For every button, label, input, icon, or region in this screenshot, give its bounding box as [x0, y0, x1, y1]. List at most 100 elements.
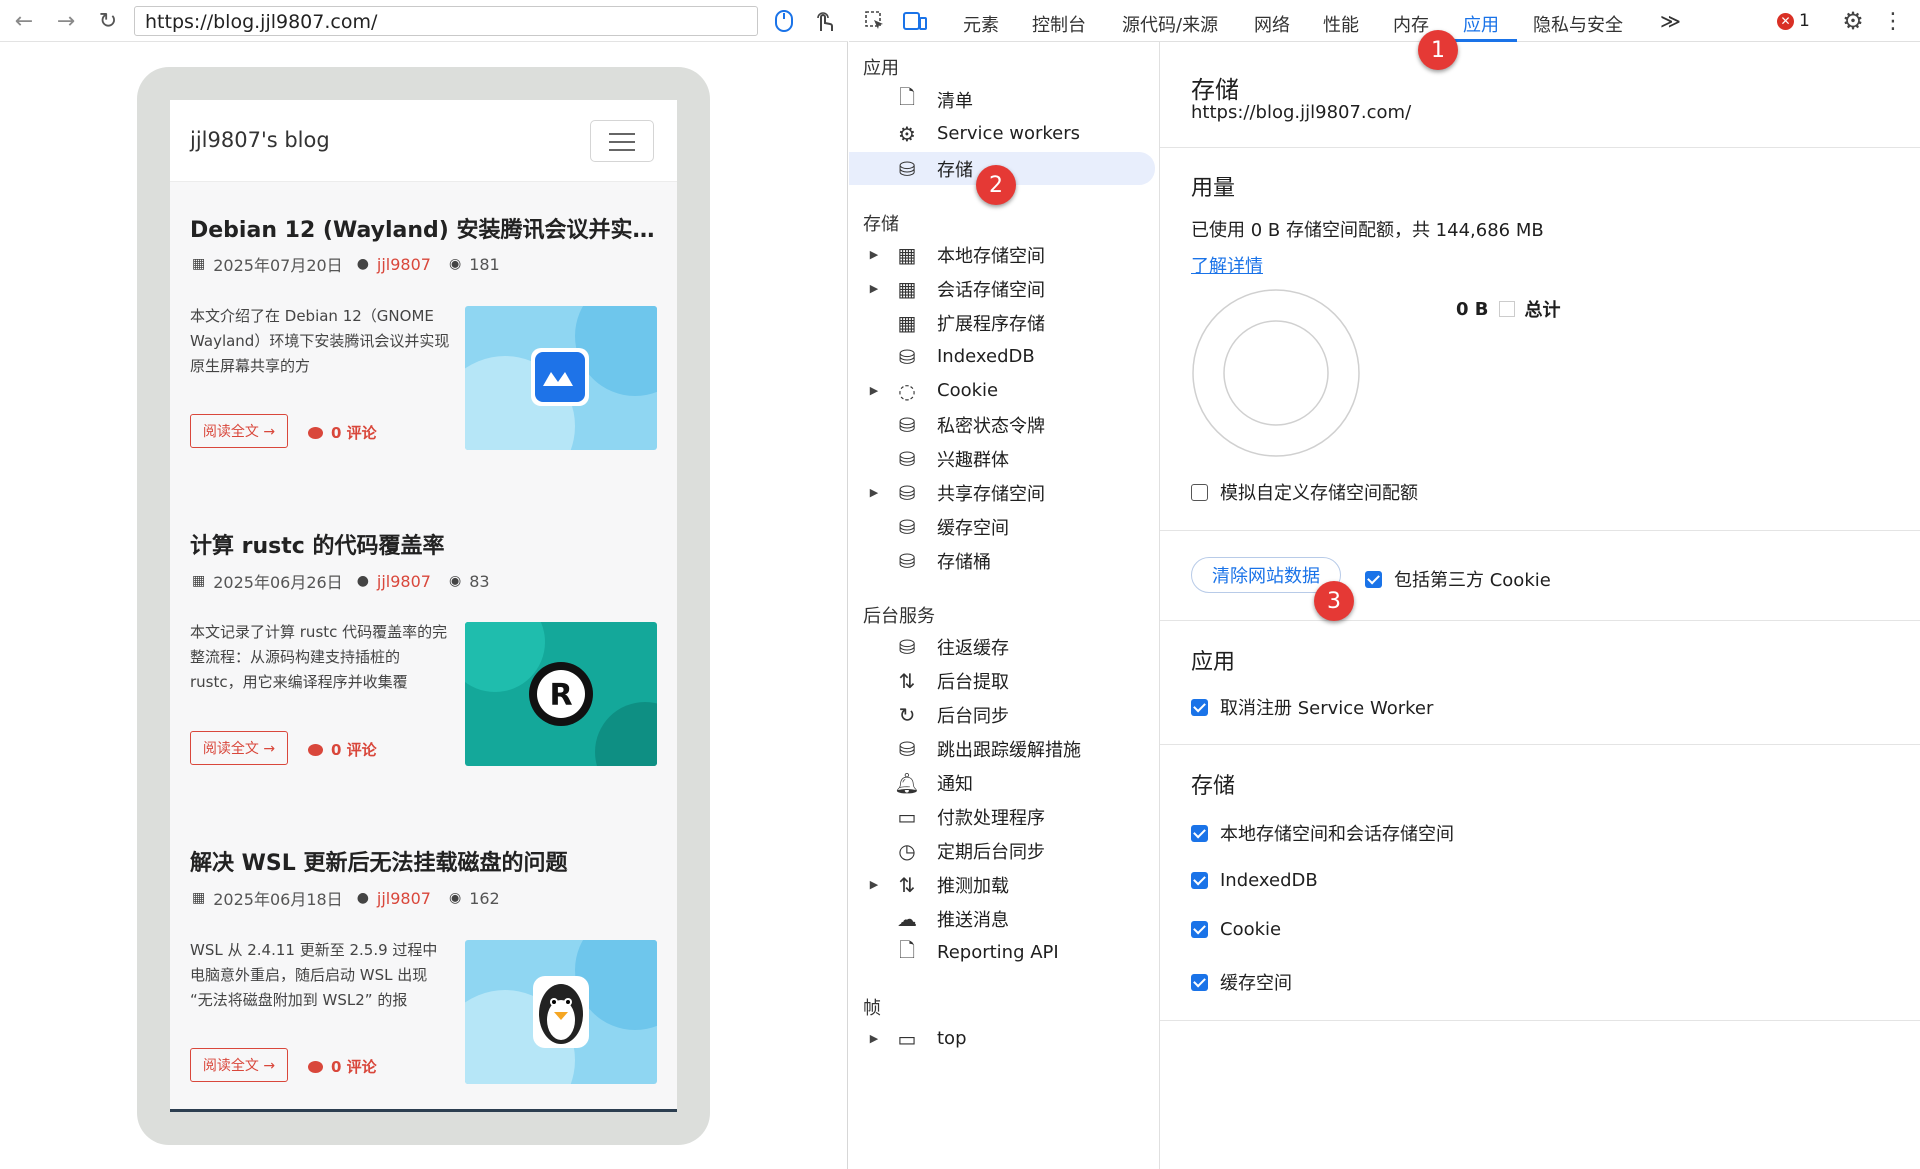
read-more-button[interactable]: 阅读全文 → — [190, 731, 288, 765]
include-third-party-cookies-checkbox[interactable]: 包括第三方 Cookie — [1365, 566, 1551, 592]
sidebar-item-storage-buckets[interactable]: ⛁ 存储桶 — [849, 544, 1155, 577]
post-date: 2025年06月18日 — [213, 890, 343, 909]
sidebar-item-bounce-tracking[interactable]: ⛁ 跳出跟踪缓解措施 — [849, 732, 1155, 765]
post-author[interactable]: jjl9807 — [377, 572, 431, 591]
error-counter[interactable]: ✕ 1 — [1777, 11, 1810, 31]
simulate-quota-checkbox[interactable]: 模拟自定义存储空间配额 — [1191, 479, 1418, 505]
checkbox[interactable] — [1191, 973, 1208, 991]
panel-title: 存储 — [1191, 76, 1239, 104]
inspect-element-icon[interactable] — [861, 8, 889, 34]
expand-arrow-icon[interactable]: ▶ — [863, 384, 885, 397]
blog-brand[interactable]: jjl9807's blog — [190, 128, 330, 152]
post-thumbnail[interactable] — [465, 306, 657, 450]
address-bar[interactable]: https://blog.jjl9807.com/ — [134, 6, 758, 36]
learn-more-link[interactable]: 了解详情 — [1191, 252, 1263, 278]
sidebar-item-cache-storage[interactable]: ⛁ 缓存空间 — [849, 510, 1155, 543]
tab-elements[interactable]: 元素 — [963, 11, 999, 37]
sidebar-item-back-forward-cache[interactable]: ⛁ 往返缓存 — [849, 630, 1155, 663]
checkbox[interactable] — [1191, 921, 1208, 938]
sidebar-item-interest-groups[interactable]: ⛁ 兴趣群体 — [849, 442, 1155, 475]
sidebar-item-cookie[interactable]: ▶ ◌ Cookie — [849, 374, 1155, 407]
expand-arrow-icon[interactable]: ▶ — [863, 1032, 885, 1045]
sidebar-item-frame-top[interactable]: ▶ ▭ top — [849, 1022, 1155, 1055]
more-options-icon[interactable]: ⋮ — [1879, 8, 1907, 34]
checkbox[interactable] — [1191, 698, 1208, 716]
eye-icon: ◉ — [448, 256, 462, 272]
comments-link[interactable]: 0 评论 — [308, 1056, 377, 1077]
forward-arrow-icon[interactable]: → — [52, 8, 80, 34]
local-session-storage-checkbox[interactable]: 本地存储空间和会话存储空间 — [1191, 820, 1454, 846]
reload-icon[interactable]: ↻ — [94, 8, 122, 34]
sidebar-item-session-storage[interactable]: ▶ ▦ 会话存储空间 — [849, 272, 1155, 305]
checkbox[interactable] — [1191, 824, 1208, 842]
expand-arrow-icon[interactable]: ▶ — [863, 282, 885, 295]
device-toolbar-icon[interactable] — [901, 8, 929, 34]
credit-card-icon: ▭ — [897, 804, 917, 829]
hamburger-menu-icon[interactable] — [590, 120, 654, 162]
cache-storage-checkbox[interactable]: 缓存空间 — [1191, 969, 1292, 995]
tab-sources[interactable]: 源代码/来源 — [1122, 11, 1218, 37]
sidebar-item-notifications[interactable]: 🔔︎ 通知 — [849, 766, 1155, 799]
comments-link[interactable]: 0 评论 — [308, 739, 377, 760]
sidebar-item-background-sync[interactable]: ↻ 后台同步 — [849, 698, 1155, 731]
sidebar-item-speculative-loads[interactable]: ▶ ⇅ 推测加载 — [849, 868, 1155, 901]
calendar-icon: ▦ — [192, 890, 206, 906]
comments-link[interactable]: 0 评论 — [308, 422, 377, 443]
sidebar-item-background-fetch[interactable]: ⇅ 后台提取 — [849, 664, 1155, 697]
tab-console[interactable]: 控制台 — [1032, 11, 1086, 37]
expand-arrow-icon[interactable]: ▶ — [863, 878, 885, 891]
tab-privacy-security[interactable]: 隐私与安全 — [1533, 11, 1623, 37]
post-author[interactable]: jjl9807 — [377, 255, 431, 274]
checkbox[interactable] — [1191, 872, 1208, 889]
document-icon: 🗋 — [898, 937, 916, 962]
tab-performance[interactable]: 性能 — [1323, 11, 1359, 37]
sidebar-item-manifest[interactable]: 🗋 清单 — [849, 83, 1155, 116]
cookie-checkbox[interactable]: Cookie — [1191, 919, 1281, 940]
post-title[interactable]: Debian 12 (Wayland) 安装腾讯会议并实现... — [190, 212, 660, 244]
post-thumbnail[interactable]: R — [465, 622, 657, 766]
sidebar-item-local-storage[interactable]: ▶ ▦ 本地存储空间 — [849, 238, 1155, 271]
sidebar-item-reporting-api[interactable]: 🗋 Reporting API — [849, 936, 1155, 969]
checkbox[interactable] — [1365, 570, 1382, 588]
more-tabs-icon[interactable]: ≫ — [1660, 9, 1681, 33]
post-author[interactable]: jjl9807 — [377, 889, 431, 908]
sidebar-item-payment-handler[interactable]: ▭ 付款处理程序 — [849, 800, 1155, 833]
sidebar-item-extension-storage[interactable]: ▦ 扩展程序存储 — [849, 306, 1155, 339]
post-date: 2025年07月20日 — [213, 256, 343, 275]
sidebar-item-private-state-tokens[interactable]: ⛁ 私密状态令牌 — [849, 408, 1155, 441]
page-viewport: jjl9807's blog Debian 12 (Wayland) 安装腾讯会… — [0, 42, 848, 1169]
read-more-button[interactable]: 阅读全文 → — [190, 414, 288, 448]
expand-arrow-icon[interactable]: ▶ — [863, 248, 885, 261]
back-arrow-icon[interactable]: ← — [10, 8, 38, 34]
cloud-icon: ☁ — [897, 906, 917, 931]
sidebar-item-push-messaging[interactable]: ☁ 推送消息 — [849, 902, 1155, 935]
post-title[interactable]: 计算 rustc 的代码覆盖率 — [190, 528, 660, 560]
expand-arrow-icon[interactable]: ▶ — [863, 486, 885, 499]
post-thumbnail[interactable] — [465, 940, 657, 1084]
divider — [1160, 620, 1920, 621]
post-title[interactable]: 解决 WSL 更新后无法挂载磁盘的问题 — [190, 845, 660, 877]
sidebar-item-indexeddb[interactable]: ⛁ IndexedDB — [849, 340, 1155, 373]
database-icon: ⛁ — [898, 736, 916, 761]
database-icon: ⛁ — [898, 634, 916, 659]
indexeddb-checkbox[interactable]: IndexedDB — [1191, 870, 1318, 891]
tab-network[interactable]: 网络 — [1254, 11, 1290, 37]
sidebar-item-service-workers[interactable]: ⚙ Service workers — [849, 117, 1155, 150]
tab-application[interactable]: 应用 — [1463, 11, 1499, 37]
read-more-button[interactable]: 阅读全文 → — [190, 1048, 288, 1082]
unregister-service-worker-checkbox[interactable]: 取消注册 Service Worker — [1191, 694, 1433, 720]
devtools-tabbar: 元素 控制台 源代码/来源 网络 性能 内存 应用 隐私与安全 ≫ ✕ 1 ⚙ … — [849, 0, 1920, 42]
tab-memory[interactable]: 内存 — [1393, 11, 1429, 37]
gear-icon[interactable]: ⚙ — [1839, 7, 1867, 35]
up-down-arrows-icon: ⇅ — [898, 872, 916, 897]
post-meta: ▦ 2025年07月20日 ● jjl9807 ◉ 181 — [192, 252, 500, 276]
sidebar-item-shared-storage[interactable]: ▶ ⛁ 共享存储空间 — [849, 476, 1155, 509]
mouse-icon[interactable] — [770, 8, 798, 34]
checkbox[interactable] — [1191, 483, 1208, 501]
eye-icon: ◉ — [448, 573, 462, 589]
document-icon: 🗋 — [898, 84, 916, 109]
comment-icon — [308, 743, 323, 756]
sidebar-item-periodic-sync[interactable]: ◷ 定期后台同步 — [849, 834, 1155, 867]
touch-icon[interactable] — [810, 8, 838, 34]
browser-toolbar: ← → ↻ https://blog.jjl9807.com/ — [0, 0, 848, 42]
